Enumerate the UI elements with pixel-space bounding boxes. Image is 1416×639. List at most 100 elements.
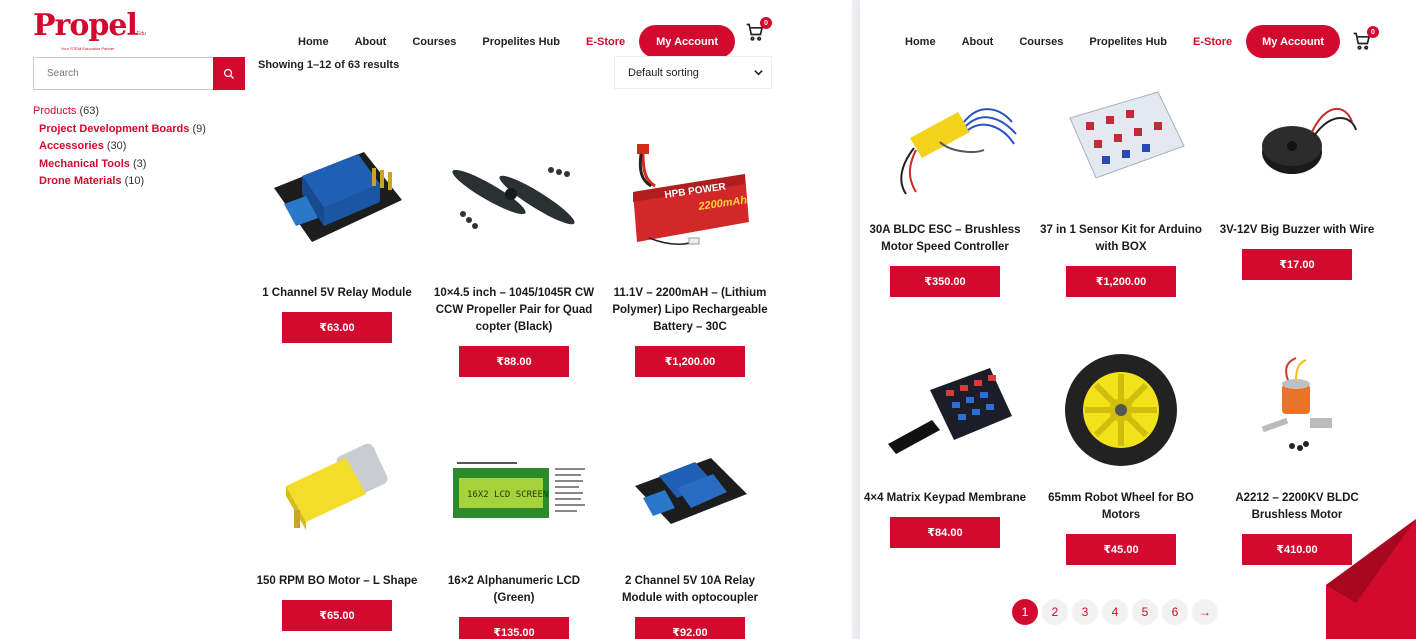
product-title[interactable]: 2 Channel 5V 10A Relay Module with optoc… xyxy=(605,573,775,607)
nav-estore[interactable]: E-Store xyxy=(586,36,625,48)
relay-2ch-icon xyxy=(615,413,765,553)
pagination: 1 2 3 4 5 6 → xyxy=(1012,599,1222,625)
product-title[interactable]: 11.1V – 2200mAH – (Lithium Polymer) Lipo… xyxy=(605,285,775,336)
product-card[interactable]: 3V-12V Big Buzzer with Wire ₹17.00 xyxy=(1212,80,1382,280)
next-page-link[interactable]: → xyxy=(1192,599,1218,625)
search-input[interactable] xyxy=(34,58,214,89)
search-icon xyxy=(223,68,235,79)
product-search xyxy=(33,57,245,90)
page-4-link[interactable]: 4 xyxy=(1102,599,1128,625)
price-button[interactable]: ₹63.00 xyxy=(282,312,392,343)
price-button[interactable]: ₹1,200.00 xyxy=(635,346,745,377)
product-card[interactable]: 150 RPM BO Motor – L Shape ₹65.00 xyxy=(252,413,422,631)
category-list: Products (63) Project Development Boards… xyxy=(33,103,206,191)
nav-about[interactable]: About xyxy=(962,36,994,48)
nav-propelites-hub[interactable]: Propelites Hub xyxy=(1089,36,1167,48)
nav-estore[interactable]: E-Store xyxy=(1193,36,1232,48)
price-button[interactable]: ₹84.00 xyxy=(890,517,1000,548)
results-count: Showing 1–12 of 63 results xyxy=(258,59,400,71)
category-count: (9) xyxy=(192,122,206,135)
lipo-battery-icon: HPB POWER 2200mAh xyxy=(615,125,765,265)
page-1-link[interactable]: 1 xyxy=(1012,599,1038,625)
logo-suffix: Edu xyxy=(136,31,146,37)
product-title[interactable]: 4×4 Matrix Keypad Membrane xyxy=(860,490,1030,507)
page-2-link[interactable]: 2 xyxy=(1042,599,1068,625)
cart-button[interactable]: 0 xyxy=(1352,26,1379,53)
product-title[interactable]: 3V-12V Big Buzzer with Wire xyxy=(1212,222,1382,239)
category-mechanical-tools-link[interactable]: Mechanical Tools xyxy=(39,158,130,170)
bldc-motor-icon xyxy=(1222,348,1372,472)
my-account-button[interactable]: My Account xyxy=(1246,25,1341,58)
left-store-panel: PropelEdu Your STEM Education Partner Ho… xyxy=(0,0,852,639)
product-card[interactable]: 2 Channel 5V 10A Relay Module with optoc… xyxy=(605,413,775,639)
chevron-down-icon xyxy=(754,70,763,76)
product-title[interactable]: 37 in 1 Sensor Kit for Arduino with BOX xyxy=(1036,222,1206,256)
sensor-kit-icon xyxy=(1046,80,1196,204)
cart-count-badge: 0 xyxy=(760,17,772,29)
cart-count-badge: 0 xyxy=(1367,26,1379,38)
category-item: Mechanical Tools (3) xyxy=(33,156,206,174)
propeller-icon xyxy=(439,125,589,265)
lcd-screen-text: 16X2 LCD SCREEN xyxy=(467,490,548,500)
category-drone-materials-link[interactable]: Drone Materials xyxy=(39,175,122,187)
page-6-link[interactable]: 6 xyxy=(1162,599,1188,625)
product-title[interactable]: 10×4.5 inch – 1045/1045R CW CCW Propelle… xyxy=(429,285,599,336)
sort-selected-value: Default sorting xyxy=(628,66,699,79)
search-button[interactable] xyxy=(213,57,245,90)
category-item: Accessories (30) xyxy=(33,138,206,156)
page-5-link[interactable]: 5 xyxy=(1132,599,1158,625)
category-products-link[interactable]: Products xyxy=(33,105,76,117)
product-card[interactable]: 4×4 Matrix Keypad Membrane ₹84.00 xyxy=(860,348,1030,548)
product-title[interactable]: 150 RPM BO Motor – L Shape xyxy=(252,573,422,590)
my-account-button[interactable]: My Account xyxy=(639,25,736,58)
main-nav: Home About Courses Propelites Hub E-Stor… xyxy=(905,25,1341,58)
product-title[interactable]: 30A BLDC ESC – Brushless Motor Speed Con… xyxy=(860,222,1030,256)
price-button[interactable]: ₹45.00 xyxy=(1066,534,1176,565)
price-button[interactable]: ₹1,200.00 xyxy=(1066,266,1176,297)
product-card[interactable]: 10×4.5 inch – 1045/1045R CW CCW Propelle… xyxy=(429,125,599,377)
product-card[interactable]: 1 Channel 5V Relay Module ₹63.00 xyxy=(252,125,422,343)
cart-button[interactable]: 0 xyxy=(745,17,772,44)
logo-wordmark: Propel xyxy=(33,8,138,43)
price-button[interactable]: ₹92.00 xyxy=(635,617,745,639)
category-accessories-link[interactable]: Accessories xyxy=(39,140,104,152)
nav-home[interactable]: Home xyxy=(905,36,936,48)
product-card[interactable]: 65mm Robot Wheel for BO Motors ₹45.00 xyxy=(1036,348,1206,565)
buzzer-icon xyxy=(1222,80,1372,204)
category-count: (30) xyxy=(106,140,127,152)
nav-home[interactable]: Home xyxy=(298,36,329,48)
category-dev-boards-link[interactable]: Project Development Boards xyxy=(39,123,189,135)
keypad-icon xyxy=(870,348,1020,472)
propel-logo[interactable]: PropelEdu Your STEM Education Partner xyxy=(33,8,146,54)
product-title[interactable]: 1 Channel 5V Relay Module xyxy=(252,285,422,302)
price-button[interactable]: ₹135.00 xyxy=(459,617,569,639)
wheel-icon xyxy=(1046,348,1196,472)
relay-module-icon xyxy=(262,125,412,265)
price-button[interactable]: ₹350.00 xyxy=(890,266,1000,297)
nav-about[interactable]: About xyxy=(355,36,387,48)
nav-courses[interactable]: Courses xyxy=(1019,36,1063,48)
nav-courses[interactable]: Courses xyxy=(412,36,456,48)
product-title[interactable]: 16×2 Alphanumeric LCD (Green) xyxy=(429,573,599,607)
main-nav: Home About Courses Propelites Hub E-Stor… xyxy=(298,25,736,58)
product-card[interactable]: HPB POWER 2200mAh 11.1V – 2200mAH – (Lit… xyxy=(605,125,775,377)
category-count: (63) xyxy=(79,105,100,117)
bo-motor-icon xyxy=(262,413,412,553)
price-button[interactable]: ₹17.00 xyxy=(1242,249,1352,280)
product-card[interactable]: 16X2 LCD SCREEN 16×2 Alphanumeric LCD (G… xyxy=(429,413,599,639)
product-card[interactable]: 37 in 1 Sensor Kit for Arduino with BOX … xyxy=(1036,80,1206,297)
nav-propelites-hub[interactable]: Propelites Hub xyxy=(482,36,560,48)
product-title[interactable]: 65mm Robot Wheel for BO Motors xyxy=(1036,490,1206,524)
sort-select[interactable]: Default sorting xyxy=(614,56,772,89)
category-item: Drone Materials (10) xyxy=(33,173,206,191)
esc-icon xyxy=(870,80,1020,204)
category-count: (3) xyxy=(132,157,147,170)
lcd-icon: 16X2 LCD SCREEN xyxy=(439,413,589,553)
price-button[interactable]: ₹65.00 xyxy=(282,600,392,631)
page-3-link[interactable]: 3 xyxy=(1072,599,1098,625)
product-card[interactable]: 30A BLDC ESC – Brushless Motor Speed Con… xyxy=(860,80,1030,297)
category-item: Project Development Boards (9) xyxy=(33,121,206,139)
price-button[interactable]: ₹88.00 xyxy=(459,346,569,377)
right-store-panel: Home About Courses Propelites Hub E-Stor… xyxy=(860,0,1416,639)
category-root: Products (63) xyxy=(33,103,206,121)
